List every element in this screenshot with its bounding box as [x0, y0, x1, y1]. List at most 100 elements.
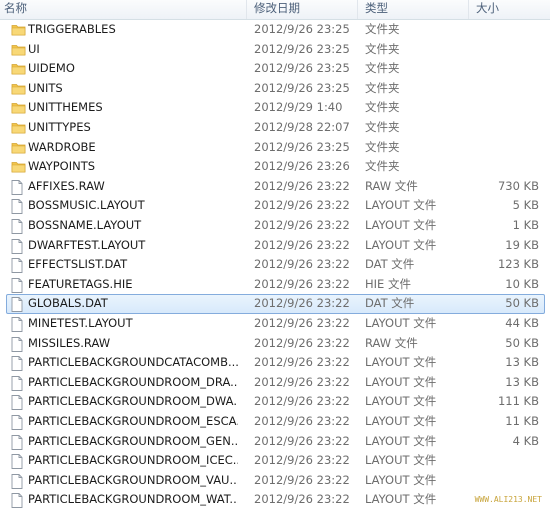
- file-modified-date: 2012/9/26 23:22: [254, 316, 350, 330]
- file-size: [470, 451, 539, 471]
- file-type: 文件夹: [365, 100, 400, 115]
- file-modified-date: 2012/9/26 23:25: [254, 22, 350, 36]
- file-modified-date: 2012/9/26 23:22: [254, 276, 350, 291]
- file-name: FEATURETAGS.HIE: [28, 276, 133, 291]
- file-icon: [11, 317, 25, 332]
- file-row[interactable]: MINETEST.LAYOUT 2012/9/26 23:22 LAYOUT 文件 4…: [0, 314, 550, 334]
- file-type: 文件夹: [365, 61, 400, 76]
- file-name: PARTICLEBACKGROUNDROOM_DWA...: [28, 394, 238, 409]
- file-type: LAYOUT 文件: [365, 237, 437, 252]
- folder-icon: [11, 23, 26, 37]
- column-divider[interactable]: [246, 0, 247, 19]
- file-size: 13 KB: [505, 374, 539, 389]
- file-row[interactable]: PARTICLEBACKGROUNDROOM_GEN... 2012/9/26 2…: [0, 432, 550, 452]
- file-size: [470, 40, 539, 60]
- file-row[interactable]: UIDEMO 2012/9/26 23:25 文件夹: [0, 59, 550, 79]
- file-size: 50 KB: [505, 335, 539, 350]
- file-row[interactable]: TRIGGERABLES 2012/9/26 23:25 文件夹: [0, 20, 550, 40]
- file-name: UNITS: [28, 80, 63, 95]
- file-row[interactable]: PARTICLEBACKGROUNDROOM_DWA... 2012/9/26 2…: [0, 392, 550, 412]
- file-icon: [11, 199, 25, 215]
- file-modified-date: 2012/9/26 23:22: [254, 453, 350, 468]
- column-divider[interactable]: [357, 0, 358, 19]
- file-size: 1 KB: [512, 218, 539, 232]
- file-modified-date: 2012/9/26 23:22: [254, 433, 350, 448]
- file-modified-date: 2012/9/26 23:22: [254, 257, 350, 272]
- file-modified-date: 2012/9/26 23:22: [254, 355, 350, 370]
- file-type: LAYOUT 文件: [365, 394, 437, 409]
- column-header-type[interactable]: 类型: [365, 0, 388, 19]
- file-size: [470, 20, 539, 40]
- file-name: PARTICLEBACKGROUNDROOM_VAU...: [28, 472, 238, 487]
- file-row[interactable]: DWARFTEST.LAYOUT 2012/9/26 23:22 LAYOUT 文件…: [0, 236, 550, 256]
- file-type: LAYOUT 文件: [365, 355, 437, 370]
- file-name: EFFECTSLIST.DAT: [28, 257, 128, 272]
- file-row[interactable]: EFFECTSLIST.DAT 2012/9/26 23:22 DAT 文件 123 …: [0, 255, 550, 275]
- file-row[interactable]: FEATURETAGS.HIE 2012/9/26 23:22 HIE 文件 10 K…: [0, 275, 550, 295]
- file-row[interactable]: UNITTHEMES 2012/9/29 1:40 文件夹: [0, 98, 550, 118]
- folder-icon: [11, 121, 26, 135]
- column-header-name[interactable]: 名称: [4, 0, 27, 19]
- file-icon: [11, 493, 25, 509]
- file-size: [470, 138, 539, 158]
- file-row[interactable]: PARTICLEBACKGROUNDROOM_ICEC... 2012/9/26 …: [0, 451, 550, 471]
- file-type: LAYOUT 文件: [365, 433, 437, 448]
- file-type: LAYOUT 文件: [365, 198, 437, 213]
- file-row[interactable]: AFFIXES.RAW 2012/9/26 23:22 RAW 文件 730 KB: [0, 177, 550, 197]
- file-modified-date: 2012/9/26 23:22: [254, 472, 350, 487]
- file-type: 文件夹: [365, 41, 400, 56]
- folder-icon: [11, 101, 26, 115]
- file-modified-date: 2012/9/26 23:25: [254, 139, 350, 154]
- file-type: LAYOUT 文件: [365, 414, 437, 428]
- file-modified-date: 2012/9/29 1:40: [254, 100, 343, 115]
- column-divider[interactable]: [468, 0, 469, 19]
- file-modified-date: 2012/9/26 23:22: [254, 237, 350, 252]
- column-header-date[interactable]: 修改日期: [254, 0, 300, 19]
- file-name: PARTICLEBACKGROUNDROOM_WAT...: [28, 492, 238, 507]
- file-modified-date: 2012/9/26 23:22: [254, 296, 350, 311]
- file-row[interactable]: PARTICLEBACKGROUNDROOM_WAT... 2012/9/26 2…: [0, 490, 550, 510]
- file-type: DAT 文件: [365, 296, 415, 311]
- file-row[interactable]: UNITTYPES 2012/9/28 22:07 文件夹: [0, 118, 550, 138]
- file-size: 111 KB: [497, 394, 539, 409]
- folder-icon: [11, 43, 26, 57]
- file-modified-date: 2012/9/26 23:22: [254, 335, 350, 350]
- file-row[interactable]: WAYPOINTS 2012/9/26 23:26 文件夹: [0, 157, 550, 177]
- file-row[interactable]: PARTICLEBACKGROUNDROOM_DRA... 2012/9/26 2…: [0, 373, 550, 393]
- file-name: UIDEMO: [28, 61, 75, 76]
- file-name: PARTICLEBACKGROUNDROOM_GEN...: [28, 433, 238, 448]
- file-type: LAYOUT 文件: [365, 218, 437, 232]
- file-icon: [11, 454, 25, 470]
- file-row[interactable]: MISSILES.RAW 2012/9/26 23:22 RAW 文件 50 KB: [0, 334, 550, 354]
- file-size: 19 KB: [505, 237, 539, 252]
- file-icon: [11, 395, 25, 411]
- file-row[interactable]: BOSSNAME.LAYOUT 2012/9/26 23:22 LAYOUT 文件 1…: [0, 216, 550, 236]
- file-icon: [11, 415, 25, 430]
- column-header-bar: 名称 修改日期 类型 大小: [0, 0, 550, 20]
- file-row[interactable]: WARDROBE 2012/9/26 23:25 文件夹: [0, 138, 550, 158]
- column-header-size[interactable]: 大小: [476, 0, 499, 19]
- file-size: 10 KB: [505, 276, 539, 291]
- file-row[interactable]: GLOBALS.DAT 2012/9/26 23:22 DAT 文件 50 KB: [0, 294, 550, 314]
- file-icon: [11, 179, 25, 195]
- file-row[interactable]: UI 2012/9/26 23:25 文件夹: [0, 40, 550, 60]
- file-size: [470, 471, 539, 491]
- file-size: [470, 98, 539, 118]
- file-row[interactable]: PARTICLEBACKGROUNDCATACOMB... 2012/9/26 2…: [0, 353, 550, 373]
- file-type: 文件夹: [365, 120, 400, 134]
- file-modified-date: 2012/9/26 23:22: [254, 198, 350, 213]
- file-icon: [11, 277, 25, 293]
- file-name: GLOBALS.DAT: [28, 296, 108, 311]
- file-row[interactable]: UNITS 2012/9/26 23:25 文件夹: [0, 79, 550, 99]
- file-row[interactable]: BOSSMUSIC.LAYOUT 2012/9/26 23:22 LAYOUT 文件…: [0, 196, 550, 216]
- file-icon: [11, 473, 25, 489]
- folder-icon: [11, 62, 26, 76]
- file-name: AFFIXES.RAW: [28, 178, 105, 193]
- file-name: TRIGGERABLES: [28, 22, 116, 36]
- file-row[interactable]: PARTICLEBACKGROUNDROOM_ESCA... 2012/9/26 …: [0, 412, 550, 432]
- file-modified-date: 2012/9/26 23:22: [254, 218, 350, 232]
- file-row[interactable]: PARTICLEBACKGROUNDROOM_VAU... 2012/9/26 2…: [0, 471, 550, 491]
- folder-icon: [11, 141, 26, 155]
- file-size: 123 KB: [497, 257, 539, 272]
- file-icon: [11, 258, 25, 274]
